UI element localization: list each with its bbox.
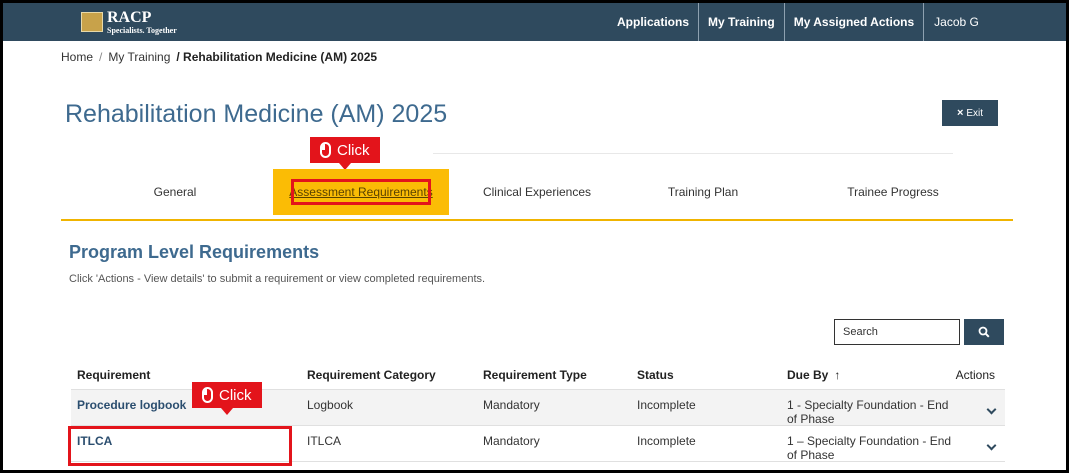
table-row: ITLCA ITLCA Mandatory Incomplete 1 – Spe… [68,426,1005,466]
click-callout-tab: Click [310,137,380,170]
mouse-icon [320,142,331,158]
callout-label: Click [219,386,252,404]
breadcrumb-my-training[interactable]: My Training [108,50,170,64]
tab-general[interactable]: General [145,169,205,215]
exit-button[interactable]: × Exit [942,100,998,126]
header-due-label: Due By [787,368,829,382]
breadcrumb: Home / My Training / Rehabilitation Medi… [61,50,377,64]
section-title: Program Level Requirements [69,242,320,262]
actions-toggle[interactable] [955,390,1005,425]
tab-general-label: General [153,185,197,199]
requirements-table: Requirement Requirement Category Require… [68,361,1005,466]
tab-training-label: Training Plan [667,185,739,199]
header-due-by[interactable]: Due By ↑ [787,368,955,382]
header-requirement[interactable]: Requirement [71,368,307,382]
header-category[interactable]: Requirement Category [307,368,483,382]
cell-category: Logbook [307,398,354,412]
cell-due-by: 1 – Specialty Foundation - End of Phase [787,434,952,462]
tab-clinical-experiences[interactable]: Clinical Experiences [477,169,597,215]
section-description: Click 'Actions - View details' to submit… [69,273,486,285]
main-nav: Applications My Training My Assigned Act… [608,3,988,41]
header-actions: Actions [955,368,995,382]
tab-training-plan[interactable]: Training Plan [663,169,743,215]
tab-trainee-progress[interactable]: Trainee Progress [843,169,943,215]
cell-due-by: 1 - Specialty Foundation - End of Phase [787,398,949,426]
app-frame: RACP Specialists. Together Applications … [3,3,1066,470]
divider [433,153,953,154]
breadcrumb-current: / Rehabilitation Medicine (AM) 2025 [176,50,378,64]
cell-status: Incomplete [637,398,696,412]
exit-label: Exit [966,107,984,119]
callout-pointer [220,408,233,415]
breadcrumb-home[interactable]: Home [61,50,93,64]
chevron-down-icon [986,440,997,451]
search-button[interactable] [964,319,1004,345]
highlight-box-row [68,426,292,466]
tabs-underline [61,219,1013,221]
tab-clinical-label: Clinical Experiences [482,185,592,199]
user-menu[interactable]: Jacob G [924,3,988,41]
search-icon [978,326,990,338]
cell-category: ITLCA [307,434,342,448]
actions-toggle[interactable] [955,426,1005,461]
highlight-box-tab [291,179,431,205]
tab-progress-label: Trainee Progress [847,185,939,199]
cell-status: Incomplete [637,434,696,448]
cell-type: Mandatory [483,398,540,412]
nav-my-training[interactable]: My Training [699,3,785,41]
tab-bar: General Assessment Requirements Clinical… [63,169,1013,221]
breadcrumb-separator: / [99,50,103,64]
logo-tagline: Specialists. Together [107,25,177,35]
nav-applications[interactable]: Applications [608,3,700,41]
page-title: Rehabilitation Medicine (AM) 2025 [65,100,448,128]
header-status[interactable]: Status [637,368,787,382]
header-type[interactable]: Requirement Type [483,368,637,382]
racp-logo[interactable]: RACP Specialists. Together [81,8,177,36]
logo-text: RACP Specialists. Together [107,8,177,35]
nav-my-assigned-actions[interactable]: My Assigned Actions [785,3,925,41]
mouse-icon [202,387,213,403]
sort-arrow-icon: ↑ [834,368,841,382]
top-navigation-bar: RACP Specialists. Together Applications … [3,3,1066,41]
requirement-link[interactable]: Procedure logbook [71,390,307,425]
crest-icon [81,12,103,32]
cell-type: Mandatory [483,434,540,448]
search-input[interactable] [834,319,960,345]
callout-label: Click [337,141,370,159]
logo-name: RACP [107,8,152,26]
chevron-down-icon [986,404,997,415]
close-icon: × [956,107,964,119]
click-callout-row: Click [192,382,262,415]
